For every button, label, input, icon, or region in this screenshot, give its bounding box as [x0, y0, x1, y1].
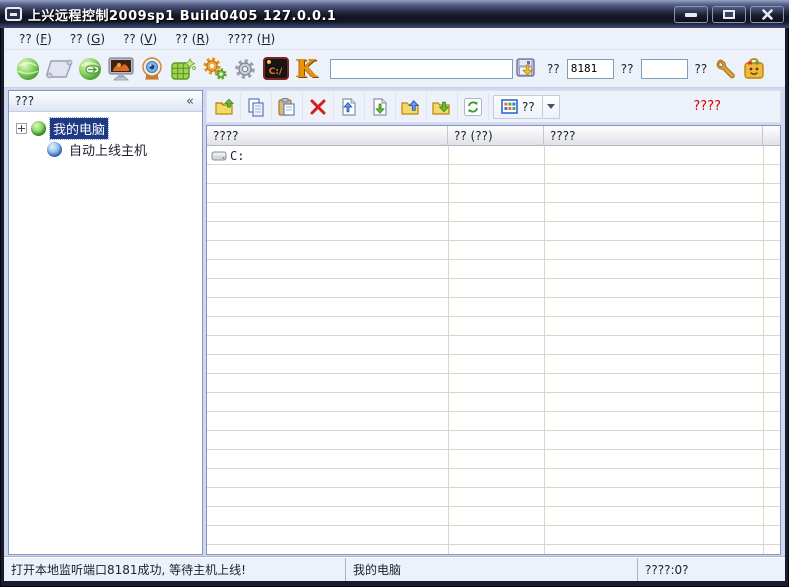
expand-plus-icon[interactable]: [16, 123, 27, 134]
scroll-icon[interactable]: [43, 53, 74, 85]
tree-item-label[interactable]: 我的电脑: [50, 118, 108, 139]
paste-icon[interactable]: [272, 93, 303, 120]
file-table: ???? ?? (??) ???? C:: [206, 125, 781, 555]
page-upload-icon[interactable]: [334, 93, 365, 120]
gears-orange-icon[interactable]: [198, 53, 229, 85]
folder-up-icon[interactable]: [210, 93, 241, 120]
table-body[interactable]: C:: [207, 146, 780, 554]
tree-item-auto-online[interactable]: 自动上线主机: [9, 139, 202, 160]
globe-chat-icon[interactable]: [74, 53, 105, 85]
copy-icon[interactable]: [241, 93, 272, 120]
view-mode-label: ??: [522, 100, 535, 114]
tree-item-label[interactable]: 自动上线主机: [66, 139, 150, 160]
column-header-type[interactable]: ????: [544, 126, 763, 146]
status-host-count: ????:0?: [637, 558, 785, 581]
host-tree-panel: ??? « 我的电脑 自动上线主机: [8, 90, 203, 555]
status-bar: 打开本地监听端口8181成功, 等待主机上线! 我的电脑 ????:0?: [4, 557, 785, 581]
page-download-icon[interactable]: [365, 93, 396, 120]
hard-drive-icon: [211, 150, 227, 162]
toolbox-icon[interactable]: [740, 53, 768, 85]
tree-item-my-computer[interactable]: 我的电脑: [9, 118, 202, 139]
column-divider: [448, 146, 449, 554]
column-header-filler: [763, 126, 780, 146]
port-input[interactable]: [567, 59, 614, 79]
chevron-down-icon: [547, 104, 555, 109]
address-input[interactable]: [330, 59, 513, 79]
content-area: ??? « 我的电脑 自动上线主机: [4, 88, 785, 557]
host-tree: 我的电脑 自动上线主机: [9, 112, 202, 160]
monitor-icon[interactable]: [105, 53, 136, 85]
tree-panel-title: ???: [15, 94, 184, 108]
menu-bar: ?? (F) ?? (G) ?? (V) ?? (R) ???? (H): [4, 28, 785, 50]
menu-run[interactable]: ?? (R): [166, 30, 218, 48]
save-icon[interactable]: [513, 53, 540, 85]
globe-green-icon: [31, 121, 46, 136]
online-status-label: ????: [693, 99, 721, 114]
close-icon: [762, 9, 773, 20]
table-row-drive-c[interactable]: C:: [207, 146, 780, 165]
globe-blue-icon: [47, 142, 62, 157]
refresh-icon[interactable]: [458, 93, 489, 120]
extra-input[interactable]: [641, 59, 688, 79]
delete-icon[interactable]: [303, 93, 334, 120]
port-label: ??: [621, 62, 634, 76]
webcam-icon[interactable]: [136, 53, 167, 85]
maximize-icon: [723, 10, 735, 19]
file-manager-region: ?? ???? ???? ?? (??) ????: [206, 90, 781, 555]
menu-view[interactable]: ?? (V): [114, 30, 166, 48]
k-logo-icon[interactable]: K: [291, 53, 322, 85]
column-header-size[interactable]: ?? (??): [448, 126, 544, 146]
view-mode-button[interactable]: ??: [493, 95, 543, 119]
status-current-node: 我的电脑: [345, 558, 637, 581]
folder-download-icon[interactable]: [427, 93, 458, 120]
minimize-button[interactable]: [674, 6, 708, 23]
app-icon: [5, 7, 22, 21]
file-toolbar: ?? ????: [206, 90, 781, 123]
menu-help[interactable]: ???? (H): [218, 30, 284, 48]
app-window: 上兴远程控制2009sp1 Build0405 127.0.0.1 ?? (F)…: [0, 0, 789, 587]
gear-gray-icon[interactable]: [229, 53, 260, 85]
main-toolbar: C:/ K ?? ?? ??: [4, 50, 785, 88]
maximize-button[interactable]: [712, 6, 746, 23]
column-divider: [544, 146, 545, 554]
cube-icon[interactable]: [167, 53, 198, 85]
address-label: ??: [547, 62, 560, 76]
window-title: 上兴远程控制2009sp1 Build0405 127.0.0.1: [28, 5, 336, 24]
drive-label: C:: [230, 149, 244, 163]
status-listen-message: 打开本地监听端口8181成功, 等待主机上线!: [4, 558, 345, 581]
collapse-panel-button[interactable]: «: [184, 94, 196, 109]
column-divider: [763, 146, 764, 554]
column-header-name[interactable]: ????: [207, 126, 448, 146]
folder-upload-icon[interactable]: [396, 93, 427, 120]
view-mode-dropdown[interactable]: [543, 95, 560, 119]
close-button[interactable]: [750, 6, 784, 23]
wrench-icon[interactable]: [714, 53, 740, 85]
terminal-icon[interactable]: C:/: [260, 53, 291, 85]
extra-label: ??: [695, 62, 708, 76]
table-header: ???? ?? (??) ????: [207, 126, 780, 146]
menu-file[interactable]: ?? (F): [10, 30, 61, 48]
grid-view-icon: [501, 99, 518, 114]
tree-panel-header: ??? «: [9, 91, 202, 112]
title-bar[interactable]: 上兴远程控制2009sp1 Build0405 127.0.0.1: [0, 0, 789, 28]
globe-icon[interactable]: [12, 53, 43, 85]
minimize-icon: [685, 13, 697, 17]
menu-tools[interactable]: ?? (G): [61, 30, 114, 48]
